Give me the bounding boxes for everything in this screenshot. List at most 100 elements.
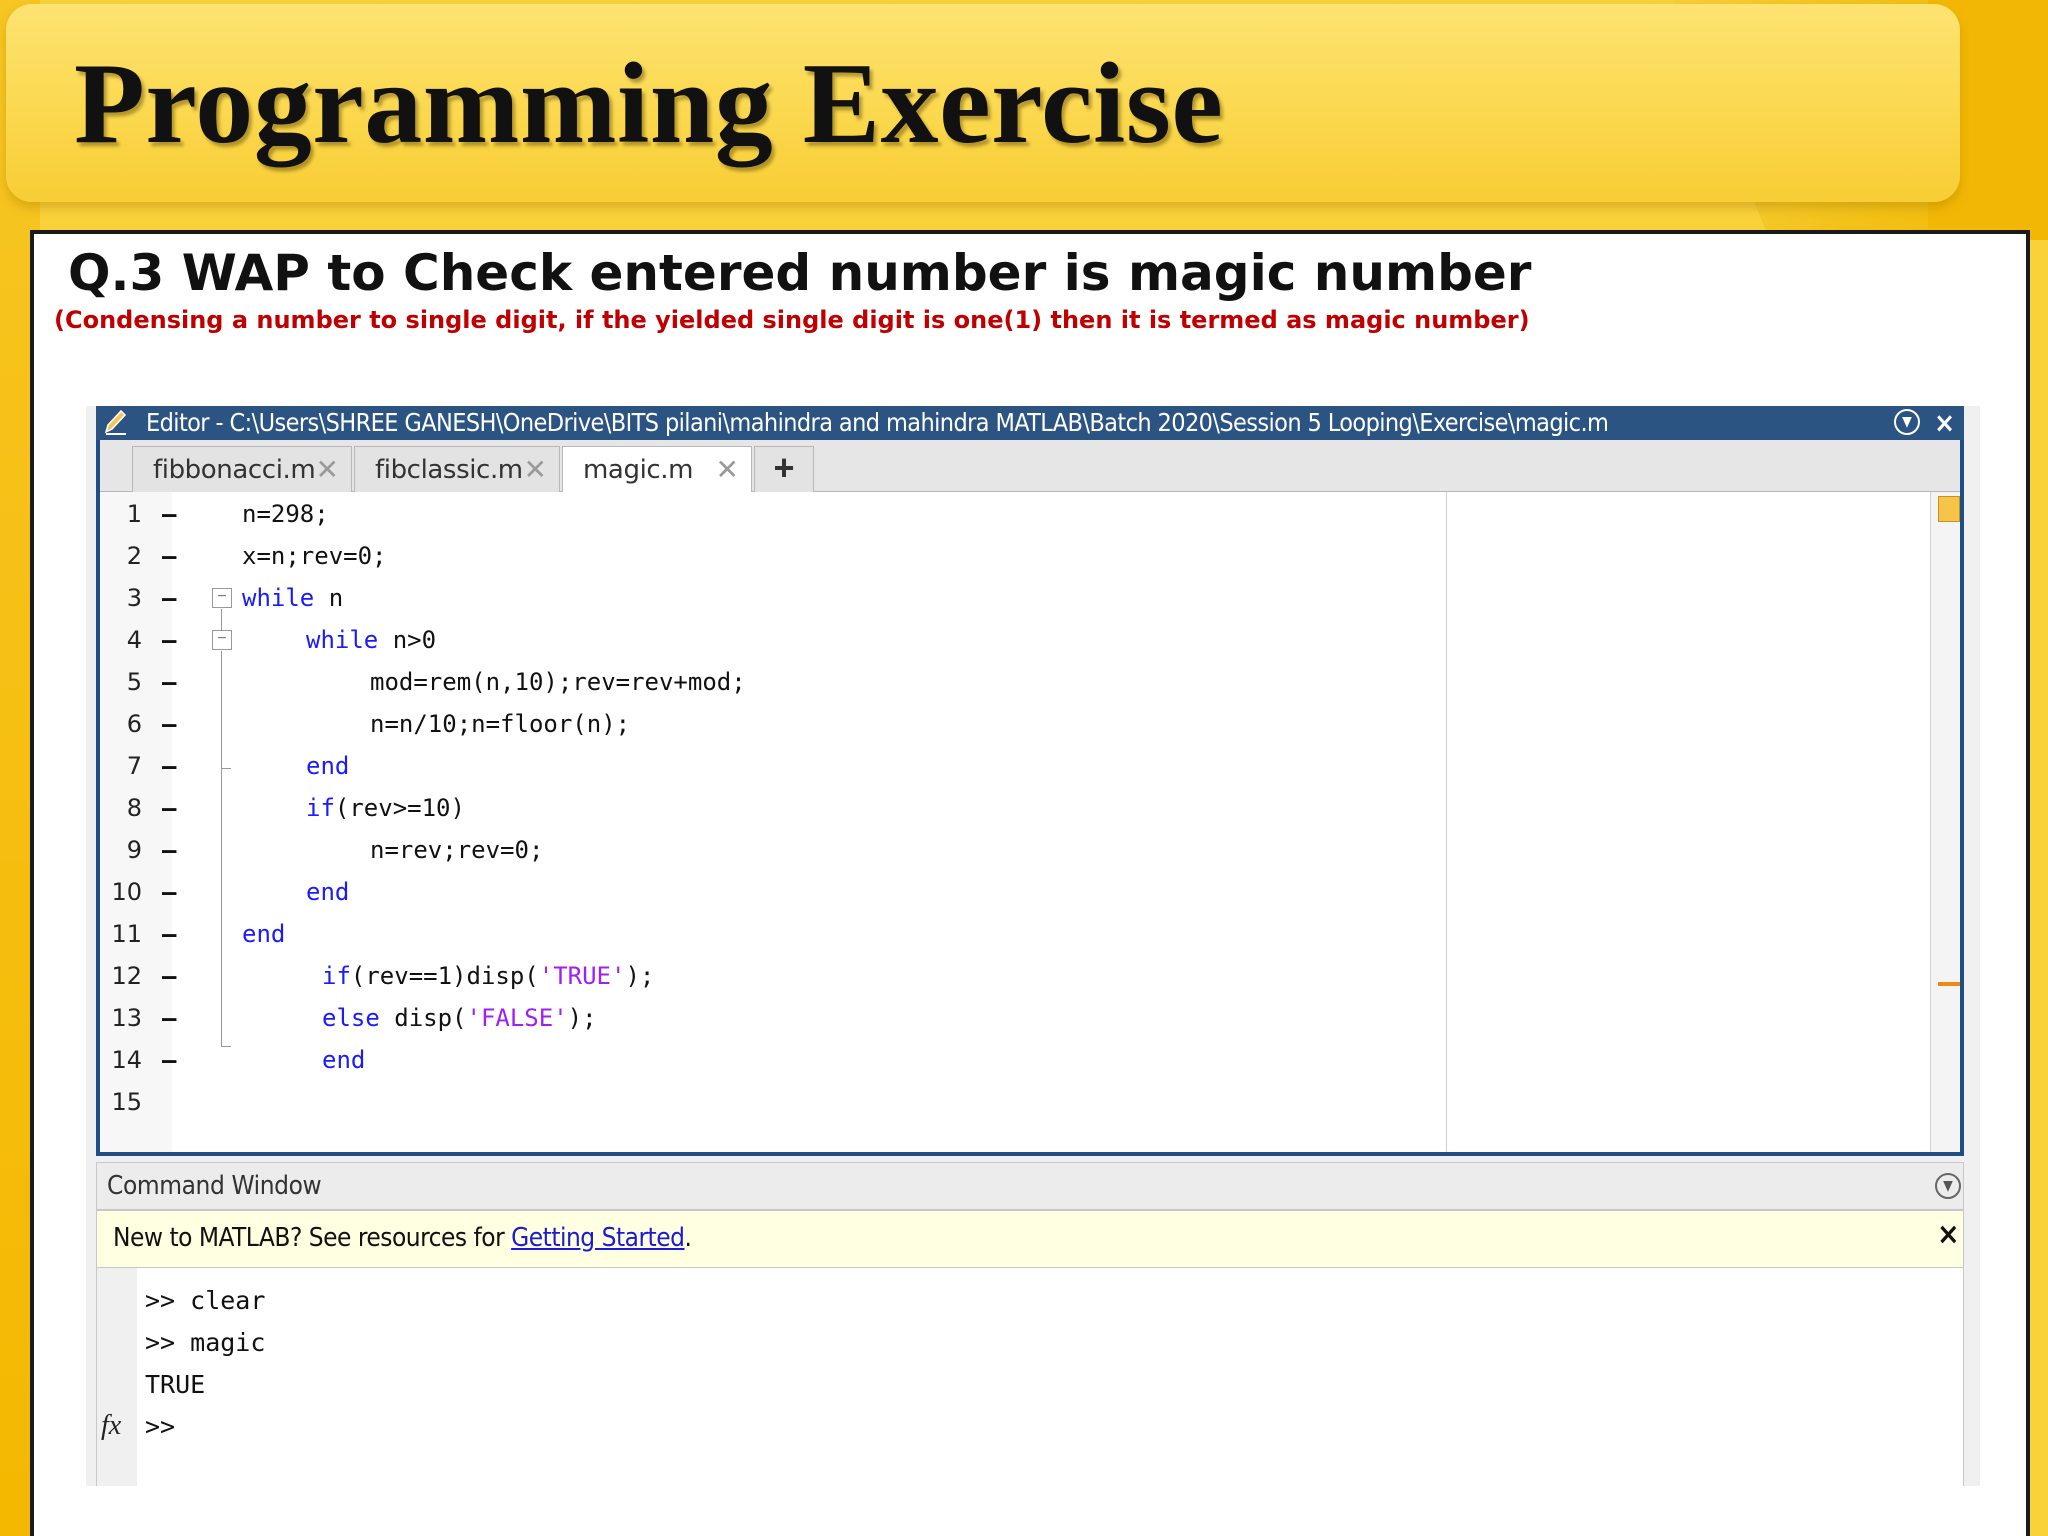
keyword: end — [306, 752, 350, 780]
code-line: 11 – end — [100, 912, 1960, 954]
editor-titlebar: Editor - C:\Users\SHREE GANESH\OneDrive\… — [96, 406, 1964, 440]
code-text: n=n/10;n=floor(n); — [370, 710, 631, 738]
command-line: >> magic — [145, 1328, 266, 1357]
keyword: else — [322, 1004, 380, 1032]
code-editor[interactable]: − − 1 – n=298; 2 – x=n;rev=0; 3 – while … — [100, 492, 1960, 1152]
command-output: TRUE — [145, 1370, 206, 1399]
code-text: x=n;rev=0; — [242, 542, 387, 570]
editor-file-path: Editor - C:\Users\SHREE GANESH\OneDrive\… — [146, 408, 1609, 437]
line-number: 9 — [126, 836, 142, 864]
code-line: 8 – if(rev>=10) — [100, 786, 1960, 828]
breakpoint-dash[interactable]: – — [162, 710, 176, 738]
code-line: 3 – while n — [100, 576, 1960, 618]
breakpoint-dash[interactable]: – — [162, 1004, 176, 1032]
line-number: 2 — [126, 542, 142, 570]
string-literal: 'FALSE' — [466, 1004, 568, 1032]
code-text: while n — [242, 584, 343, 612]
keyword: while — [242, 584, 315, 612]
breakpoint-dash[interactable]: – — [162, 920, 176, 948]
line-number: 14 — [111, 1046, 142, 1074]
line-number: 11 — [111, 920, 142, 948]
breakpoint-dash[interactable]: – — [162, 794, 176, 822]
keyword: end — [242, 920, 286, 948]
question-heading: Q.3 WAP to Check entered number is magic… — [68, 244, 1532, 302]
tab-fibbonacci[interactable]: fibbonacci.m ✕ — [132, 446, 352, 492]
keyword: if — [322, 962, 351, 990]
code-fragment: disp( — [379, 1004, 467, 1032]
breakpoint-dash[interactable]: – — [162, 878, 176, 906]
breakpoint-dash[interactable]: – — [162, 752, 176, 780]
magic-number-definition: (Condensing a number to single digit, if… — [54, 306, 1530, 334]
code-fragment: ); — [567, 1004, 597, 1032]
keyword: while — [306, 626, 379, 654]
code-fragment: ); — [625, 962, 655, 990]
command-window-title: Command Window — [107, 1171, 322, 1201]
editor-tabstrip: fibbonacci.m ✕ fibclassic.m ✕ magic.m ✕ … — [100, 440, 1960, 493]
code-line: 10 – end — [100, 870, 1960, 912]
editor-close-icon[interactable]: × — [1934, 406, 1955, 439]
code-line: 13 – else disp('FALSE'); — [100, 996, 1960, 1038]
tab-close-icon[interactable]: ✕ — [716, 453, 739, 486]
tab-label: magic.m — [583, 455, 694, 485]
line-number: 3 — [126, 584, 142, 612]
matlab-screenshot: Editor - C:\Users\SHREE GANESH\OneDrive\… — [86, 406, 1980, 1486]
keyword: end — [306, 878, 350, 906]
string-literal: 'TRUE' — [538, 962, 626, 990]
line-number: 4 — [126, 626, 142, 654]
breakpoint-dash[interactable]: – — [162, 668, 176, 696]
line-number: 8 — [126, 794, 142, 822]
command-window-header: Command Window ▼ — [96, 1162, 1964, 1210]
keyword: if — [306, 794, 335, 822]
line-number: 7 — [126, 752, 142, 780]
code-text: while n>0 — [306, 626, 436, 654]
line-number: 1 — [126, 500, 142, 528]
breakpoint-dash[interactable]: – — [162, 500, 176, 528]
line-number: 12 — [111, 962, 142, 990]
command-prompt[interactable]: >> — [145, 1412, 175, 1441]
code-line: 9 – n=rev;rev=0; — [100, 828, 1960, 870]
code-fragment: (rev>=10) — [334, 794, 465, 822]
tab-magic[interactable]: magic.m ✕ — [562, 446, 752, 493]
breakpoint-dash[interactable]: – — [162, 1046, 176, 1074]
line-number: 6 — [126, 710, 142, 738]
tab-label: fibclassic.m — [375, 455, 523, 485]
code-text: if(rev>=10) — [306, 794, 465, 822]
code-fragment: (rev==1)disp( — [350, 962, 539, 990]
pencil-icon — [104, 409, 127, 435]
getting-started-link[interactable]: Getting Started — [511, 1223, 685, 1253]
keyword: end — [322, 1046, 366, 1074]
tab-close-icon[interactable]: ✕ — [316, 453, 339, 486]
command-window-actions-icon[interactable]: ▼ — [1935, 1173, 1961, 1199]
breakpoint-dash[interactable]: – — [162, 542, 176, 570]
notice-close-icon[interactable]: × — [1937, 1217, 1960, 1252]
command-gutter — [97, 1268, 137, 1486]
command-window-output[interactable]: fx >> clear >> magic TRUE >> — [96, 1268, 1964, 1486]
breakpoint-dash[interactable]: – — [162, 962, 176, 990]
breakpoint-dash[interactable]: – — [162, 836, 176, 864]
tab-fibclassic[interactable]: fibclassic.m ✕ — [354, 446, 560, 492]
notice-suffix: . — [684, 1223, 692, 1253]
tab-label: fibbonacci.m — [153, 455, 316, 485]
line-number: 5 — [126, 668, 142, 696]
code-text: mod=rem(n,10);rev=rev+mod; — [370, 668, 746, 696]
code-line: 2 – x=n;rev=0; — [100, 534, 1960, 576]
editor-frame: fibbonacci.m ✕ fibclassic.m ✕ magic.m ✕ … — [96, 440, 1964, 1156]
add-tab-button[interactable]: + — [754, 446, 814, 492]
command-line: >> clear — [145, 1286, 266, 1315]
code-line: 1 – n=298; — [100, 492, 1960, 534]
function-browser-icon[interactable]: fx — [101, 1410, 121, 1442]
code-line: 4 – while n>0 — [100, 618, 1960, 660]
code-line: 12 – if(rev==1)disp('TRUE'); — [100, 954, 1960, 996]
code-text: else disp('FALSE'); — [322, 1004, 597, 1032]
line-number: 13 — [111, 1004, 142, 1032]
notice-text: New to MATLAB? See resources for Getting… — [113, 1223, 692, 1253]
getting-started-notice: New to MATLAB? See resources for Getting… — [96, 1210, 1964, 1268]
code-line: 14 – end — [100, 1038, 1960, 1080]
line-number: 15 — [111, 1088, 142, 1116]
notice-prefix: New to MATLAB? See resources for — [113, 1223, 512, 1253]
breakpoint-dash[interactable]: – — [162, 584, 176, 612]
tab-close-icon[interactable]: ✕ — [524, 453, 547, 486]
code-line: 7 – end — [100, 744, 1960, 786]
editor-actions-icon[interactable]: ▼ — [1894, 409, 1920, 435]
breakpoint-dash[interactable]: – — [162, 626, 176, 654]
